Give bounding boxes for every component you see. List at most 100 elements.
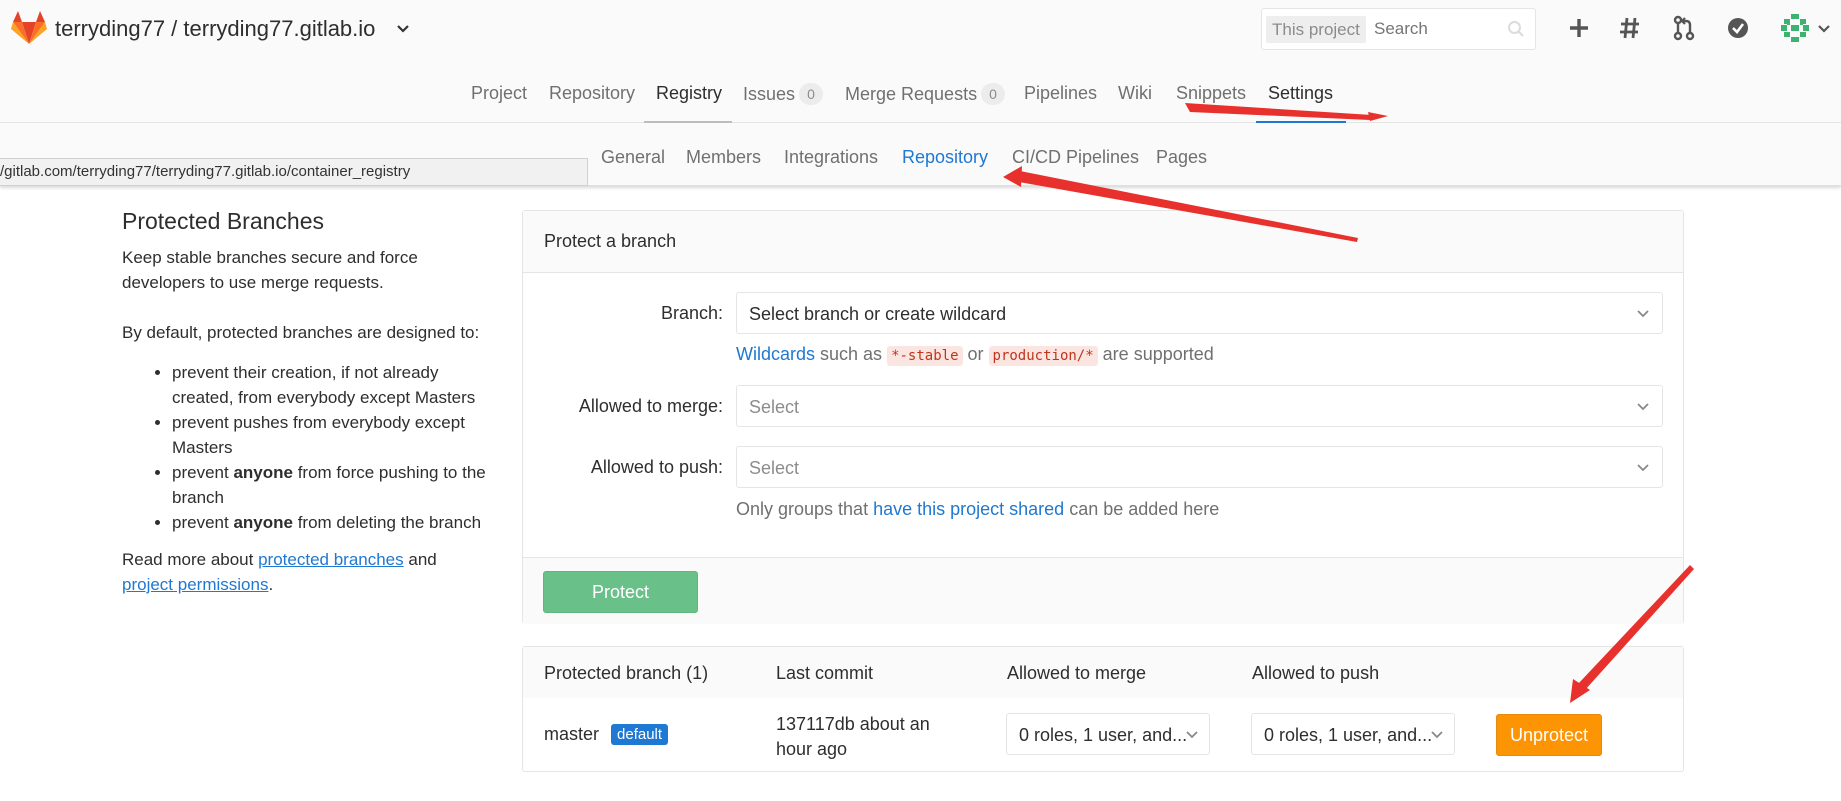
column-header: Last commit — [776, 663, 874, 683]
allowed-to-merge-label: Allowed to merge: — [578, 396, 723, 416]
merge-request-icon[interactable] — [1671, 15, 1697, 41]
wildcard-example: *-stable — [887, 346, 963, 366]
read-more-pre: Read more about — [122, 550, 259, 569]
commit-time: hour ago — [776, 739, 848, 759]
project-nav: Project Repository Registry Issues 0 Merg… — [0, 60, 1841, 123]
project-title[interactable]: terryding77 / terryding77.gitlab.io — [55, 16, 375, 42]
issues-count-badge: 0 — [799, 83, 824, 105]
search-box[interactable]: This project — [1261, 8, 1536, 50]
default-badge: default — [611, 724, 669, 745]
tab-pipelines[interactable]: Pipelines — [1024, 83, 1097, 104]
branch-select-placeholder: Select branch or create wildcard — [749, 304, 1007, 324]
list-item-text: prevent pushes from everybody except Mas… — [172, 413, 465, 457]
allowed-to-merge-dropdown[interactable]: 0 roles, 1 user, and... — [1006, 713, 1210, 755]
last-commit: 137117db about an hour ago — [776, 712, 930, 762]
read-more-text: Read more about protected branches and pr… — [122, 547, 492, 597]
search-scope-badge[interactable]: This project — [1266, 16, 1366, 43]
top-header: terryding77 / terryding77.gitlab.io This… — [0, 0, 1841, 60]
issues-hash-icon[interactable] — [1617, 15, 1643, 41]
tab-issues[interactable]: Issues 0 — [743, 83, 824, 105]
chevron-down-icon — [1637, 464, 1649, 472]
read-more-mid: and — [403, 550, 437, 569]
protected-branches-info: Protected Branches Keep stable branches … — [122, 208, 492, 597]
push-select-placeholder: Select — [749, 458, 800, 478]
branch-select[interactable]: Select branch or create wildcard — [736, 292, 1663, 334]
card-title: Protect a branch — [544, 231, 677, 251]
gitlab-logo-icon[interactable] — [10, 10, 48, 46]
merge-requests-count-badge: 0 — [981, 83, 1006, 105]
tab-settings[interactable]: Settings — [1268, 83, 1333, 104]
allowed-to-merge-select[interactable]: Select — [736, 385, 1663, 427]
tab-registry[interactable]: Registry — [656, 83, 722, 104]
help-text: Only groups that — [736, 499, 874, 519]
subtab-members[interactable]: Members — [686, 147, 761, 168]
rules-list: prevent their creation, if not already c… — [172, 360, 492, 535]
allowed-to-push-select[interactable]: Select — [736, 446, 1663, 488]
subtab-integrations[interactable]: Integrations — [784, 147, 878, 168]
column-header: Protected branch (1) — [544, 663, 709, 683]
chevron-down-icon — [1637, 310, 1649, 318]
user-avatar-icon[interactable] — [1780, 13, 1810, 43]
help-text: can be added here — [1064, 499, 1220, 519]
protect-branch-card: Protect a branch Branch: Select branch o… — [522, 210, 1684, 624]
chevron-down-icon[interactable] — [1817, 22, 1831, 36]
chevron-down-icon — [1431, 731, 1443, 739]
search-input[interactable] — [1374, 9, 1504, 49]
merge-roles-text: 0 roles, 1 user, and... — [1019, 725, 1188, 745]
chevron-down-icon — [1186, 731, 1198, 739]
search-icon — [1508, 21, 1524, 37]
table-header: Protected branch (1) Last commit Allowed… — [523, 647, 1683, 698]
subtab-ci-cd-pipelines[interactable]: CI/CD Pipelines — [1012, 147, 1139, 168]
protect-button[interactable]: Protect — [543, 571, 698, 613]
list-item-bold: anyone — [233, 513, 293, 532]
merge-select-placeholder: Select — [749, 397, 800, 417]
push-roles-text: 0 roles, 1 user, and... — [1264, 725, 1433, 745]
section-title: Protected Branches — [122, 208, 325, 234]
card-header: Protect a branch — [523, 211, 1683, 273]
list-item-text: prevent — [172, 463, 234, 482]
plus-icon[interactable] — [1566, 15, 1592, 41]
list-item-text: prevent their creation, if not already c… — [172, 363, 476, 407]
list-item: prevent pushes from everybody except Mas… — [172, 410, 492, 460]
todo-check-icon[interactable] — [1725, 15, 1751, 41]
tab-snippets[interactable]: Snippets — [1176, 83, 1246, 104]
column-header: Allowed to merge — [1007, 663, 1147, 683]
list-item-bold: anyone — [233, 463, 293, 482]
branch-name: master default — [544, 724, 669, 745]
tab-repository[interactable]: Repository — [549, 83, 635, 104]
tab-merge-requests[interactable]: Merge Requests 0 — [845, 83, 1006, 105]
chevron-down-icon[interactable] — [396, 22, 410, 36]
tab-wiki[interactable]: Wiki — [1118, 83, 1152, 104]
intro-text: Keep stable branches secure and force de… — [122, 248, 418, 292]
wildcards-link[interactable]: Wildcards — [736, 344, 815, 364]
list-item: prevent their creation, if not already c… — [172, 360, 492, 410]
chevron-down-icon — [1637, 403, 1649, 411]
project-permissions-link[interactable]: project permissions — [122, 575, 268, 594]
card-footer: Protect — [523, 557, 1683, 624]
wildcard-example: production/* — [988, 346, 1098, 366]
help-text: are supported — [1097, 344, 1214, 364]
list-item: prevent anyone from force pushing to the… — [172, 460, 492, 510]
list-item: prevent anyone from deleting the branch — [172, 510, 492, 535]
help-text: or — [962, 344, 989, 364]
default-text: By default, protected branches are desig… — [122, 323, 480, 342]
tab-project[interactable]: Project — [471, 83, 527, 104]
read-more-post: . — [268, 575, 274, 594]
branch-name-text: master — [544, 724, 600, 744]
subtab-pages[interactable]: Pages — [1156, 147, 1207, 168]
allowed-to-push-label: Allowed to push: — [590, 457, 723, 477]
subtab-general[interactable]: General — [601, 147, 665, 168]
tab-issues-label: Issues — [743, 84, 796, 104]
list-item-text: from deleting the branch — [292, 513, 482, 532]
subtab-repository[interactable]: Repository — [902, 147, 988, 168]
tab-merge-requests-label: Merge Requests — [845, 84, 978, 104]
allowed-to-push-dropdown[interactable]: 0 roles, 1 user, and... — [1251, 713, 1455, 755]
project-shared-link[interactable]: have this project shared — [873, 499, 1064, 519]
column-header: Allowed to push — [1252, 663, 1380, 683]
protected-branches-link[interactable]: protected branches — [258, 550, 404, 569]
wildcards-help: Wildcards such as *-stable or production… — [736, 344, 1214, 366]
unprotect-button[interactable]: Unprotect — [1496, 714, 1602, 756]
list-item-text: prevent — [172, 513, 234, 532]
commit-text[interactable]: 137117db about an — [776, 714, 930, 734]
protected-branches-table: Protected branch (1) Last commit Allowed… — [522, 646, 1684, 772]
